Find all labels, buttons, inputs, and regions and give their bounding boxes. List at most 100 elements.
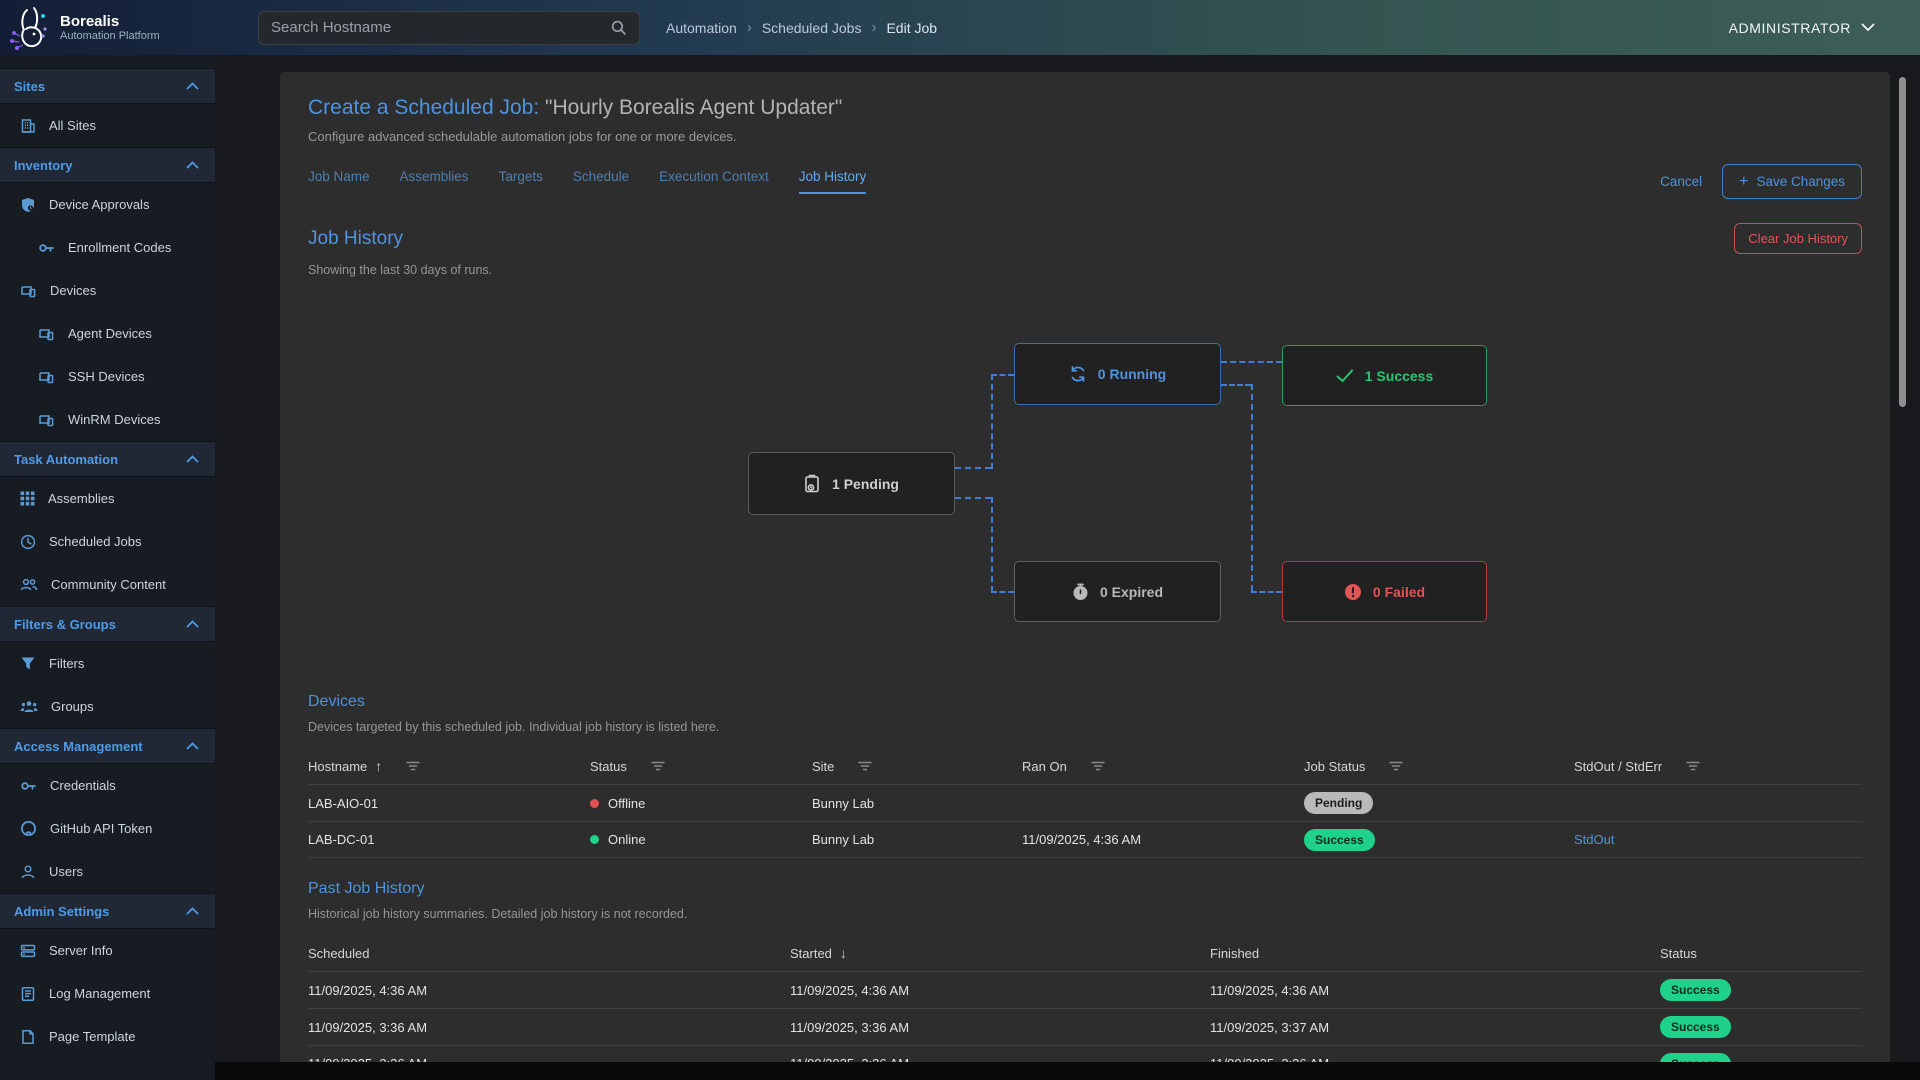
chevron-up-icon (186, 907, 199, 915)
section-title: Access Management (14, 739, 143, 754)
sidebar-item-community-content[interactable]: Community Content (0, 563, 215, 606)
column-header-status[interactable]: Status (590, 759, 812, 774)
edit-job-panel: Create a Scheduled Job: "Hourly Borealis… (280, 72, 1890, 1080)
sidebar-item-assemblies[interactable]: Assemblies (0, 477, 215, 520)
sidebar-section-sites[interactable]: Sites (0, 68, 215, 104)
devices-table-header: Hostname ↑ Status Site Ran On Job (308, 748, 1862, 784)
tab-execution-context[interactable]: Execution Context (659, 169, 769, 194)
sidebar-section-admin-settings[interactable]: Admin Settings (0, 893, 215, 929)
user-menu[interactable]: ADMINISTRATOR (1729, 20, 1875, 36)
column-header-scheduled[interactable]: Scheduled (308, 946, 790, 961)
shield-icon (20, 197, 36, 213)
sidebar-item-users[interactable]: Users (0, 850, 215, 893)
sidebar-item-label: WinRM Devices (68, 412, 160, 427)
column-header-started[interactable]: Started ↓ (790, 945, 1210, 961)
sidebar-item-agent-devices[interactable]: Agent Devices (0, 312, 215, 355)
vertical-scrollbar[interactable] (1899, 61, 1906, 1058)
started-cell: 11/09/2025, 4:36 AM (790, 983, 1210, 998)
sidebar-item-github-api-token[interactable]: GitHub API Token (0, 807, 215, 850)
job-status-cell: Pending (1304, 792, 1574, 814)
sidebar-item-all-sites[interactable]: All Sites (0, 104, 215, 147)
past-history-row: 11/09/2025, 4:36 AM 11/09/2025, 4:36 AM … (308, 971, 1862, 1008)
filter-icon[interactable] (1091, 761, 1105, 771)
column-header-job-status[interactable]: Job Status (1304, 759, 1574, 774)
sidebar-item-server-info[interactable]: Server Info (0, 929, 215, 972)
column-header-status[interactable]: Status (1660, 946, 1862, 961)
sidebar-item-filters[interactable]: Filters (0, 642, 215, 685)
building-icon (20, 118, 36, 134)
plus-icon: + (1739, 176, 1748, 188)
sidebar-item-winrm-devices[interactable]: WinRM Devices (0, 398, 215, 441)
tab-bar: Job Name Assemblies Targets Schedule Exe… (308, 164, 1862, 199)
hostname-cell: LAB-AIO-01 (308, 796, 590, 811)
sidebar-item-scheduled-jobs[interactable]: Scheduled Jobs (0, 520, 215, 563)
devices-heading: Devices (308, 693, 1862, 711)
filter-icon[interactable] (1389, 761, 1403, 771)
tab-assemblies[interactable]: Assemblies (400, 169, 469, 194)
filter-icon[interactable] (651, 761, 665, 771)
sidebar-section-filters-groups[interactable]: Filters & Groups (0, 606, 215, 642)
site-cell: Bunny Lab (812, 796, 1022, 811)
sidebar-item-enrollment-codes[interactable]: Enrollment Codes (0, 226, 215, 269)
flow-node-expired-label: 0 Expired (1100, 584, 1163, 600)
scrollbar-thumb[interactable] (1899, 77, 1906, 407)
sidebar-item-device-approvals[interactable]: Device Approvals (0, 183, 215, 226)
status-cell: Online (590, 832, 812, 847)
breadcrumb-scheduled-jobs[interactable]: Scheduled Jobs (762, 20, 862, 36)
brand-name: Borealis (60, 13, 160, 30)
sidebar-item-log-management[interactable]: Log Management (0, 972, 215, 1015)
status-cell: Offline (590, 796, 812, 811)
tab-job-history[interactable]: Job History (799, 169, 867, 194)
device-row: LAB-DC-01 Online Bunny Lab 11/09/2025, 4… (308, 821, 1862, 858)
scheduled-cell: 11/09/2025, 4:36 AM (308, 983, 790, 998)
tab-schedule[interactable]: Schedule (573, 169, 629, 194)
flow-connector (1251, 591, 1282, 593)
search-box[interactable] (258, 11, 640, 45)
breadcrumb-automation[interactable]: Automation (666, 20, 737, 36)
sidebar-item-label: GitHub API Token (50, 821, 152, 836)
stdout-link[interactable]: StdOut (1574, 832, 1614, 847)
column-header-hostname[interactable]: Hostname ↑ (308, 758, 590, 774)
column-header-finished[interactable]: Finished (1210, 946, 1660, 961)
clear-job-history-button[interactable]: Clear Job History (1734, 223, 1862, 254)
sidebar-section-inventory[interactable]: Inventory (0, 147, 215, 183)
chevron-up-icon (186, 82, 199, 90)
chevron-up-icon (186, 742, 199, 750)
flow-node-pending-label: 1 Pending (832, 476, 899, 492)
key-icon (38, 240, 55, 256)
column-header-site[interactable]: Site (812, 759, 1022, 774)
filter-icon[interactable] (1686, 761, 1700, 771)
page-title: Create a Scheduled Job: "Hourly Borealis… (308, 96, 1862, 120)
tab-targets[interactable]: Targets (499, 169, 543, 194)
clipboard-clock-icon (804, 474, 821, 493)
sidebar-item-groups[interactable]: Groups (0, 685, 215, 728)
breadcrumb-edit-job: Edit Job (886, 20, 937, 36)
search-input[interactable] (271, 19, 610, 36)
filter-icon[interactable] (858, 761, 872, 771)
brand-text: Borealis Automation Platform (60, 13, 160, 42)
sidebar-item-page-template[interactable]: Page Template (0, 1015, 215, 1058)
sidebar-section-access-management[interactable]: Access Management (0, 728, 215, 764)
page-subtitle: Configure advanced schedulable automatio… (308, 129, 1862, 144)
cancel-button[interactable]: Cancel (1660, 174, 1702, 189)
devices-section: Devices Devices targeted by this schedul… (308, 693, 1862, 858)
devices-icon (38, 326, 55, 342)
bottom-strip (215, 1062, 1920, 1080)
tab-job-name[interactable]: Job Name (308, 169, 370, 194)
sidebar-section-task-automation[interactable]: Task Automation (0, 441, 215, 477)
people-icon (20, 577, 38, 592)
flow-node-failed: 0 Failed (1282, 561, 1487, 622)
column-header-ran-on[interactable]: Ran On (1022, 759, 1304, 774)
save-changes-button[interactable]: + Save Changes (1722, 164, 1862, 199)
column-header-stdout-stderr[interactable]: StdOut / StdErr (1574, 759, 1862, 774)
clock-icon (20, 534, 36, 550)
brand-logo-area[interactable]: Borealis Automation Platform (0, 5, 215, 51)
filter-icon[interactable] (406, 761, 420, 771)
sidebar-item-ssh-devices[interactable]: SSH Devices (0, 355, 215, 398)
sidebar-item-credentials[interactable]: Credentials (0, 764, 215, 807)
past-history-table-header: Scheduled Started ↓ Finished Status (308, 935, 1862, 971)
sidebar-item-devices[interactable]: Devices (0, 269, 215, 312)
flow-node-expired: 0 Expired (1014, 561, 1221, 622)
log-icon (20, 986, 36, 1002)
status-dot (590, 799, 599, 808)
